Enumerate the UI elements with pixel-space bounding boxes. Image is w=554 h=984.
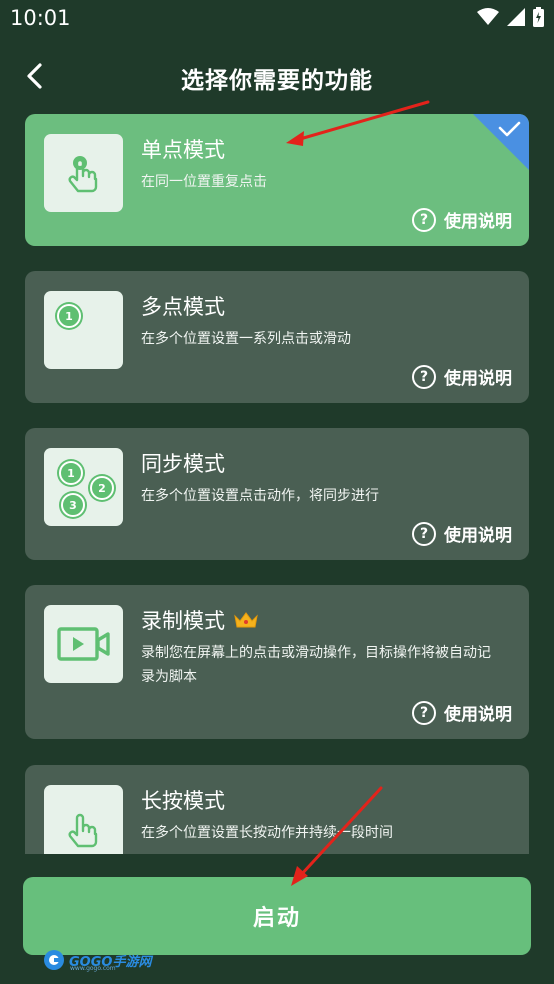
help-link[interactable]: ? 使用说明 xyxy=(412,364,512,389)
mode-description: 在同一位置重复点击 xyxy=(141,174,267,190)
watermark-logo: GOGO手游网 www.gogo.com xyxy=(42,948,151,972)
help-label: 使用说明 xyxy=(444,212,512,232)
video-camera-icon xyxy=(57,627,110,661)
page-title: 选择你需要的功能 xyxy=(181,68,373,94)
mode-title: 多点模式 xyxy=(141,295,225,319)
help-link[interactable]: ? 使用说明 xyxy=(412,207,512,232)
app-header: 选择你需要的功能 xyxy=(0,50,554,102)
watermark-subtext: www.gogo.com xyxy=(70,965,116,972)
marker-badge: 2 xyxy=(90,476,114,500)
battery-icon xyxy=(533,7,544,27)
crown-icon xyxy=(234,612,258,628)
selected-check-icon xyxy=(473,114,529,170)
status-time: 10:01 xyxy=(10,6,71,30)
press-hand-icon xyxy=(68,813,98,848)
status-icons xyxy=(477,7,544,27)
mode-description: 在多个位置设置点击动作，将同步进行 xyxy=(141,488,379,504)
mode-title: 单点模式 xyxy=(141,138,225,162)
help-link[interactable]: ? 使用说明 xyxy=(412,700,512,725)
marker-badge: 1 xyxy=(57,304,81,328)
question-icon: ? xyxy=(412,700,436,725)
mode-list[interactable]: 单点模式 在同一位置重复点击 ? 使用说明 1 多点模式 在多个位置设置一系列点… xyxy=(25,114,529,854)
gogo-logo-icon xyxy=(44,950,64,970)
start-button[interactable]: 启动 xyxy=(23,877,531,955)
mode-card-single[interactable]: 单点模式 在同一位置重复点击 ? 使用说明 xyxy=(25,114,529,246)
mode-tile xyxy=(44,785,123,854)
mode-tile xyxy=(44,134,123,212)
status-bar: 10:01 xyxy=(0,0,554,38)
wifi-icon xyxy=(477,8,499,25)
mode-description: 录制您在屏幕上的点击或滑动操作，目标操作将被自动记录为脚本 xyxy=(141,645,491,685)
mode-description: 在多个位置设置长按动作并持续一段时间 xyxy=(141,825,393,841)
question-icon: ? xyxy=(412,364,436,389)
help-label: 使用说明 xyxy=(444,369,512,389)
mode-card-longpress[interactable]: 长按模式 在多个位置设置长按动作并持续一段时间 xyxy=(25,765,529,854)
question-icon: ? xyxy=(412,207,436,232)
help-link[interactable]: ? 使用说明 xyxy=(412,521,512,546)
help-label: 使用说明 xyxy=(444,705,512,725)
mode-tile xyxy=(44,605,123,683)
mode-title: 长按模式 xyxy=(141,789,225,813)
help-label: 使用说明 xyxy=(444,526,512,546)
marker-badge: 3 xyxy=(61,493,85,517)
mode-card-record[interactable]: 录制模式 录制您在屏幕上的点击或滑动操作，目标操作将被自动记录为脚本 ? 使用说… xyxy=(25,585,529,739)
mode-card-sync[interactable]: 1 2 3 同步模式 在多个位置设置点击动作，将同步进行 ? 使用说明 xyxy=(25,428,529,560)
mode-title: 录制模式 xyxy=(141,605,259,635)
mode-tile: 1 xyxy=(44,291,123,369)
mode-title: 同步模式 xyxy=(141,452,225,476)
mode-tile: 1 2 3 xyxy=(44,448,123,526)
marker-badge: 1 xyxy=(59,461,83,485)
mode-description: 在多个位置设置一系列点击或滑动 xyxy=(141,331,351,347)
question-icon: ? xyxy=(412,521,436,546)
tap-hand-icon xyxy=(68,156,98,193)
mode-card-multi[interactable]: 1 多点模式 在多个位置设置一系列点击或滑动 ? 使用说明 xyxy=(25,271,529,403)
signal-icon xyxy=(507,8,525,26)
